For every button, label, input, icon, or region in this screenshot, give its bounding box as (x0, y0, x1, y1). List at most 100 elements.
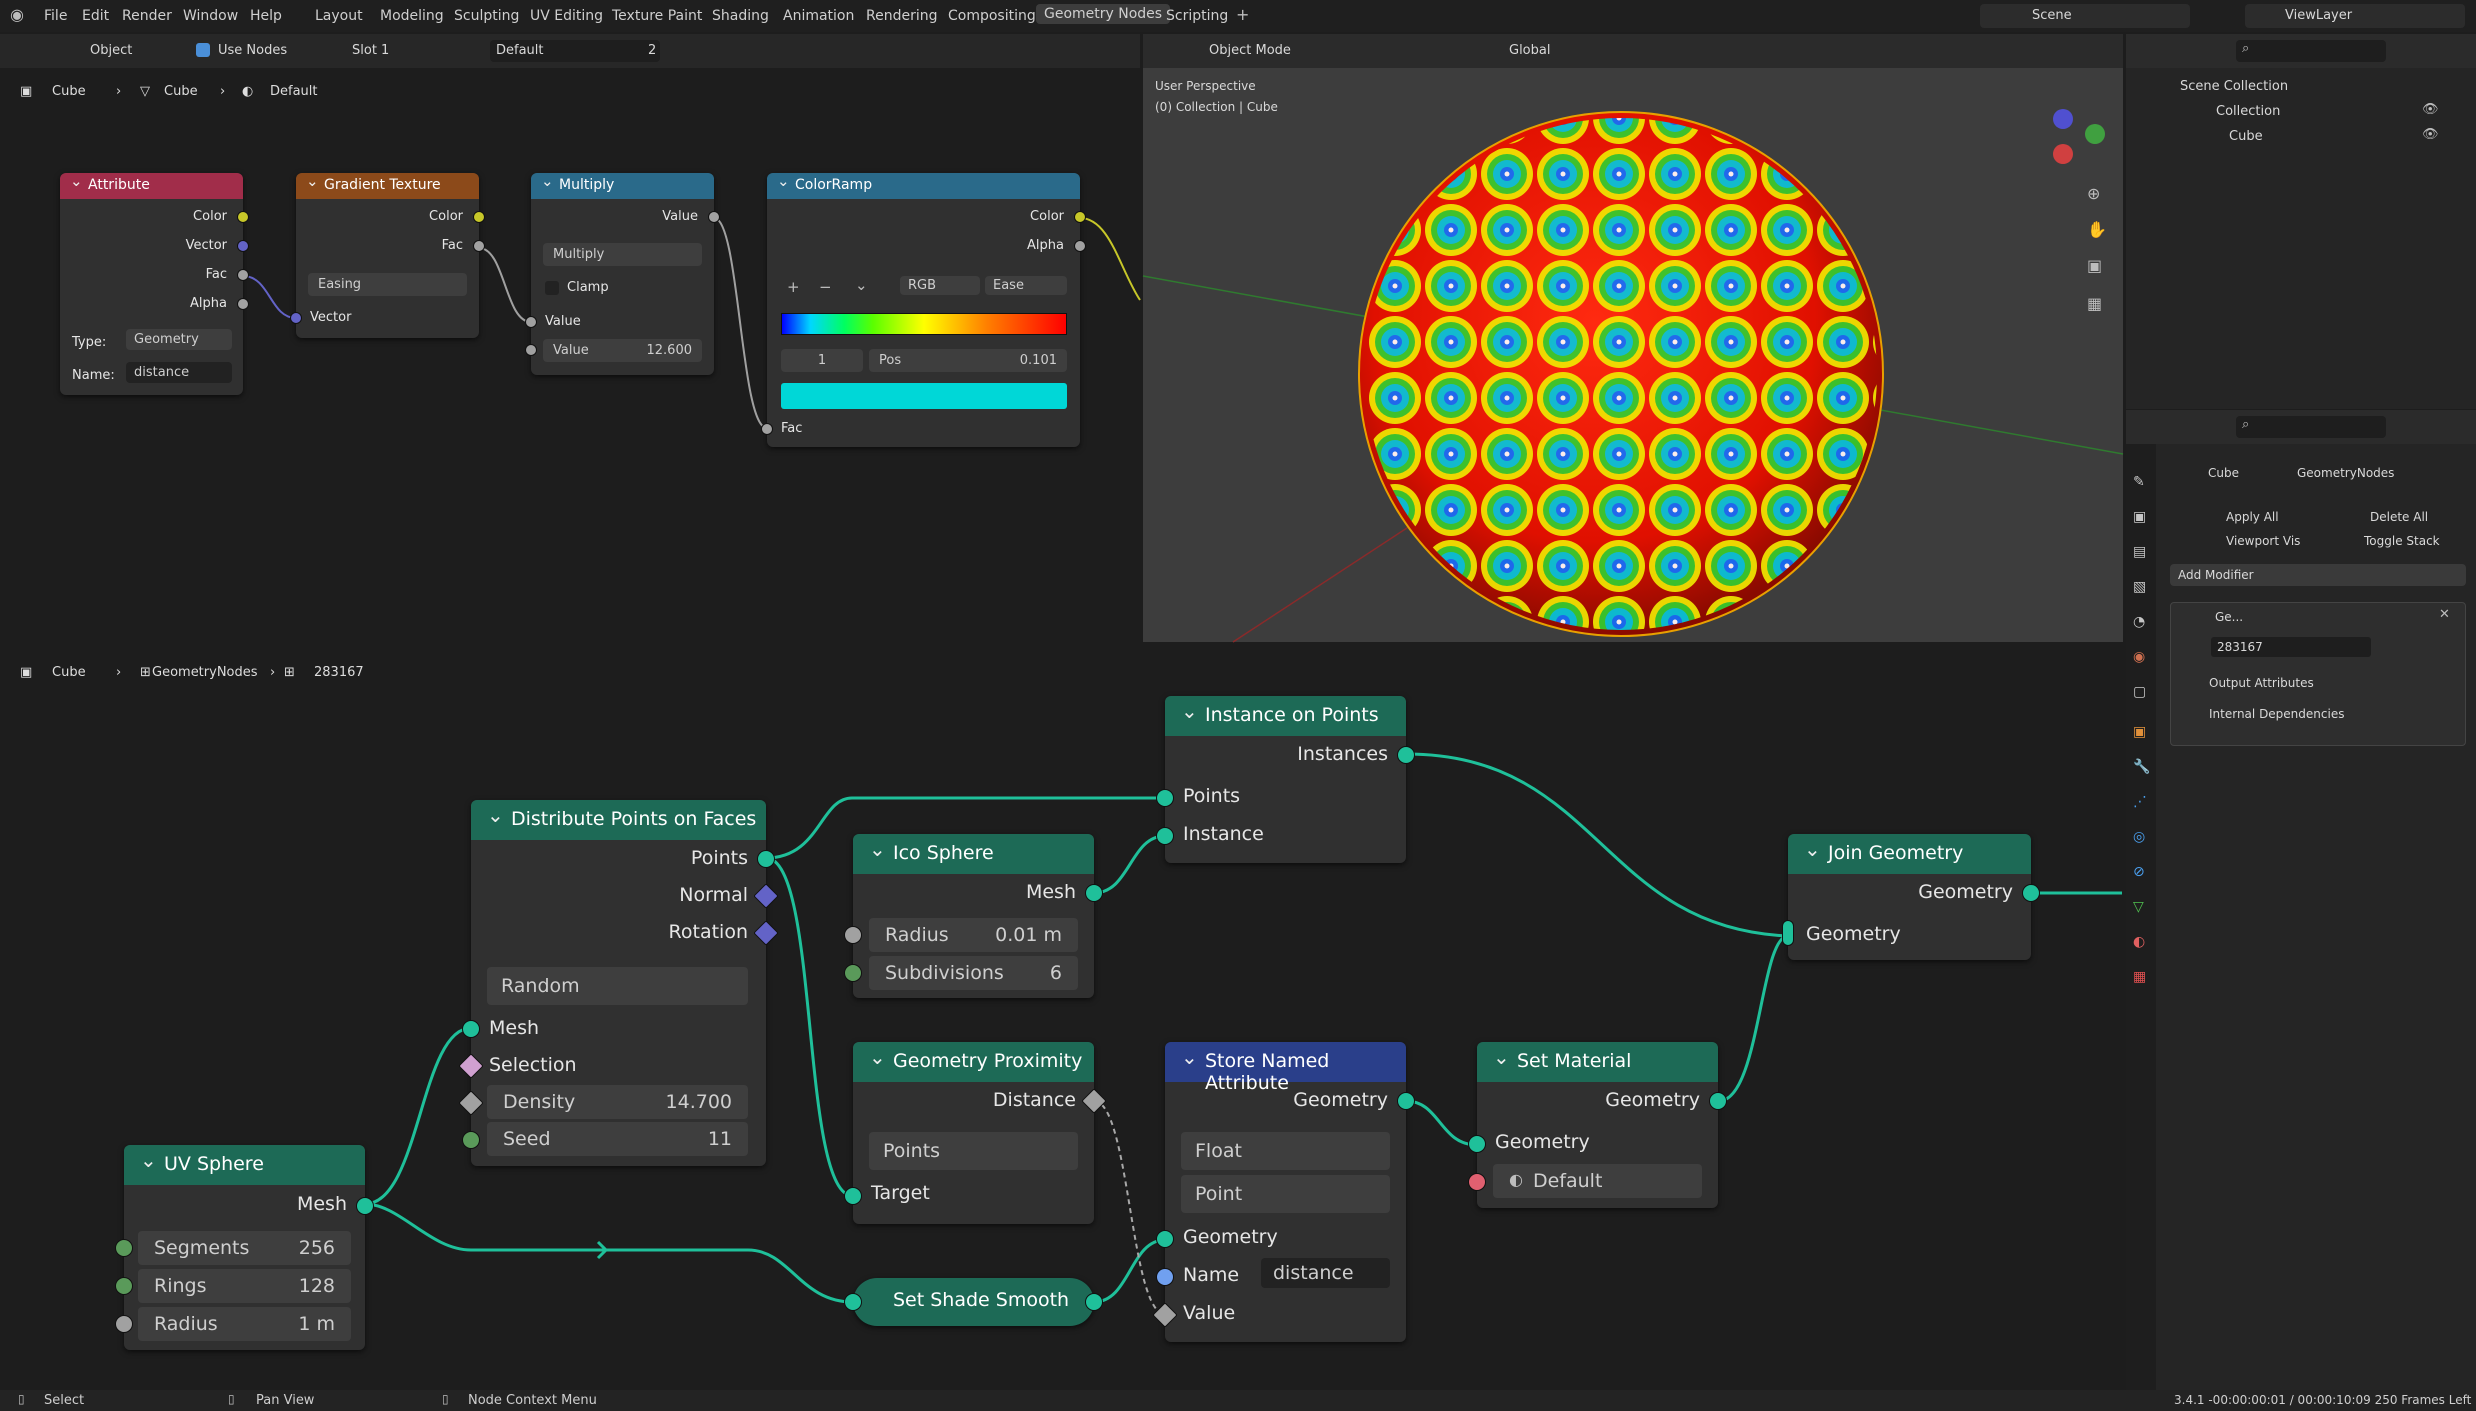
mesh-output-socket[interactable] (356, 1197, 374, 1215)
seed-field[interactable]: Seed 11 (487, 1122, 748, 1156)
join-geometry-node[interactable]: Join Geometry Geometry Geometry (1782, 834, 2040, 960)
socket-label: Instance (1183, 823, 1264, 845)
socket-label: Mesh (1025, 881, 1076, 903)
ico-sphere-node-header[interactable]: Ico Sphere (853, 834, 1094, 874)
domain-dropdown[interactable]: Point (1181, 1175, 1390, 1213)
socket-label: Instances (1297, 743, 1388, 765)
geometry-multi-input-socket[interactable] (1782, 920, 1794, 946)
rings-input-socket[interactable] (115, 1277, 133, 1295)
density-value: 14.700 (665, 1091, 732, 1113)
seed-input-socket[interactable] (462, 1131, 480, 1149)
set-shade-smooth-node[interactable]: Set Shade Smooth (844, 1278, 1103, 1326)
socket-label: Geometry (1183, 1226, 1278, 1248)
radius-input-socket[interactable] (115, 1315, 133, 1333)
socket-label: Distance (992, 1089, 1076, 1111)
attribute-name-value: distance (1273, 1262, 1354, 1284)
mesh-input-socket[interactable] (462, 1020, 480, 1038)
set-shade-smooth-title[interactable]: Set Shade Smooth (893, 1289, 1069, 1311)
ico-radius-label: Radius (885, 924, 949, 946)
geometry-output-socket[interactable] (2022, 884, 2040, 902)
data-type-value: Float (1195, 1140, 1242, 1162)
rings-label: Rings (154, 1275, 207, 1297)
subdivisions-label: Subdivisions (885, 962, 1004, 984)
points-input-socket[interactable] (1156, 789, 1174, 807)
geometry-input-socket[interactable] (844, 1293, 862, 1311)
target-element-dropdown[interactable]: Points (869, 1132, 1078, 1170)
distribute-points-node-header[interactable]: Distribute Points on Faces (471, 800, 766, 840)
ico-sphere-node[interactable]: Ico Sphere Mesh Radius 0.01 m Subdivision… (844, 834, 1103, 998)
name-input-socket[interactable] (1156, 1268, 1174, 1286)
material-name: Default (1532, 1170, 1603, 1192)
mouse-middle-icon: ▯ (228, 1392, 235, 1406)
ico-radius-field[interactable]: Radius 0.01 m (869, 918, 1078, 952)
mouse-right-icon: ▯ (442, 1392, 449, 1406)
instances-output-socket[interactable] (1397, 746, 1415, 764)
socket-label: Normal (679, 884, 748, 906)
socket-label: Geometry (1806, 923, 1901, 945)
geometry-input-socket[interactable] (1468, 1135, 1486, 1153)
segments-label: Segments (154, 1237, 250, 1259)
material-input-socket[interactable] (1468, 1173, 1486, 1191)
subdivisions-input-socket[interactable] (844, 964, 862, 982)
socket-label: Geometry (1605, 1089, 1700, 1111)
segments-input-socket[interactable] (115, 1239, 133, 1257)
socket-label: Points (690, 847, 748, 869)
distribute-points-node[interactable]: Distribute Points on Faces Points Normal… (458, 800, 779, 1166)
radius-label: Radius (154, 1313, 218, 1335)
subdivisions-value: 6 (1049, 962, 1062, 984)
status-info: 3.4.1 -00:00:00:01 / 00:00:10:09 250 Fra… (2174, 1393, 2472, 1407)
geometry-output-socket[interactable] (1397, 1092, 1415, 1110)
geometry-proximity-node-header[interactable]: Geometry Proximity (853, 1042, 1094, 1082)
instance-input-socket[interactable] (1156, 827, 1174, 845)
attribute-name-field[interactable]: distance (1261, 1258, 1390, 1288)
density-label: Density (503, 1091, 576, 1113)
socket-label: Mesh (296, 1193, 347, 1215)
seed-value: 11 (707, 1128, 732, 1150)
points-output-socket[interactable] (757, 850, 775, 868)
segments-field[interactable]: Segments 256 (138, 1231, 351, 1265)
radius-value: 1 m (298, 1313, 335, 1335)
instance-on-points-node[interactable]: Instance on Points Instances Points Inst… (1156, 696, 1415, 863)
distribute-method-value: Random (501, 975, 580, 997)
mesh-output-socket[interactable] (1085, 884, 1103, 902)
segments-value: 256 (298, 1237, 335, 1259)
set-material-node[interactable]: Set Material Geometry Geometry ◐ Default (1468, 1042, 1727, 1208)
socket-label: Target (871, 1182, 930, 1204)
rings-value: 128 (298, 1275, 335, 1297)
socket-label: Selection (489, 1054, 577, 1076)
geometry-output-socket[interactable] (1709, 1092, 1727, 1110)
radius-field[interactable]: Radius 1 m (138, 1307, 351, 1341)
socket-label: Geometry (1293, 1089, 1388, 1111)
material-field[interactable]: ◐ Default (1493, 1164, 1702, 1198)
status-context: Node Context Menu (468, 1393, 597, 1408)
status-select: Select (44, 1393, 85, 1408)
instance-on-points-node-header[interactable]: Instance on Points (1165, 696, 1406, 736)
socket-label: Geometry (1495, 1131, 1590, 1153)
subdivisions-field[interactable]: Subdivisions 6 (869, 956, 1078, 990)
mouse-left-icon: ▯ (18, 1392, 25, 1406)
radius-input-socket[interactable] (844, 926, 862, 944)
socket-label: Geometry (1918, 881, 2013, 903)
geometry-output-socket[interactable] (1085, 1293, 1103, 1311)
density-field[interactable]: Density 14.700 (487, 1085, 748, 1119)
socket-label: Value (1183, 1302, 1236, 1324)
data-type-dropdown[interactable]: Float (1181, 1132, 1390, 1170)
uv-sphere-node-header[interactable]: UV Sphere (124, 1145, 365, 1185)
status-pan: Pan View (256, 1393, 315, 1408)
uv-sphere-node[interactable]: UV Sphere Mesh Segments 256 Rings 128 Radi… (115, 1145, 374, 1350)
status-bar: ▯ Select ▯ Pan View ▯ Node Context Menu … (0, 1390, 2476, 1411)
socket-label: Rotation (668, 921, 748, 943)
socket-label: Mesh (489, 1017, 540, 1039)
distribute-method-dropdown[interactable]: Random (487, 967, 748, 1005)
store-named-attribute-node[interactable]: Store Named Attribute Geometry Float Poi… (1152, 1042, 1415, 1342)
rings-field[interactable]: Rings 128 (138, 1269, 351, 1303)
material-icon: ◐ (1509, 1170, 1523, 1189)
target-input-socket[interactable] (844, 1187, 862, 1205)
ico-radius-value: 0.01 m (995, 924, 1062, 946)
target-element-value: Points (883, 1140, 941, 1162)
join-geometry-node-header[interactable]: Join Geometry (1788, 834, 2031, 874)
geometry-proximity-node[interactable]: Geometry Proximity Distance Points Targe… (844, 1042, 1107, 1224)
set-material-node-header[interactable]: Set Material (1477, 1042, 1718, 1082)
store-named-attribute-node-header[interactable]: Store Named Attribute (1165, 1042, 1406, 1094)
geometry-input-socket[interactable] (1156, 1230, 1174, 1248)
